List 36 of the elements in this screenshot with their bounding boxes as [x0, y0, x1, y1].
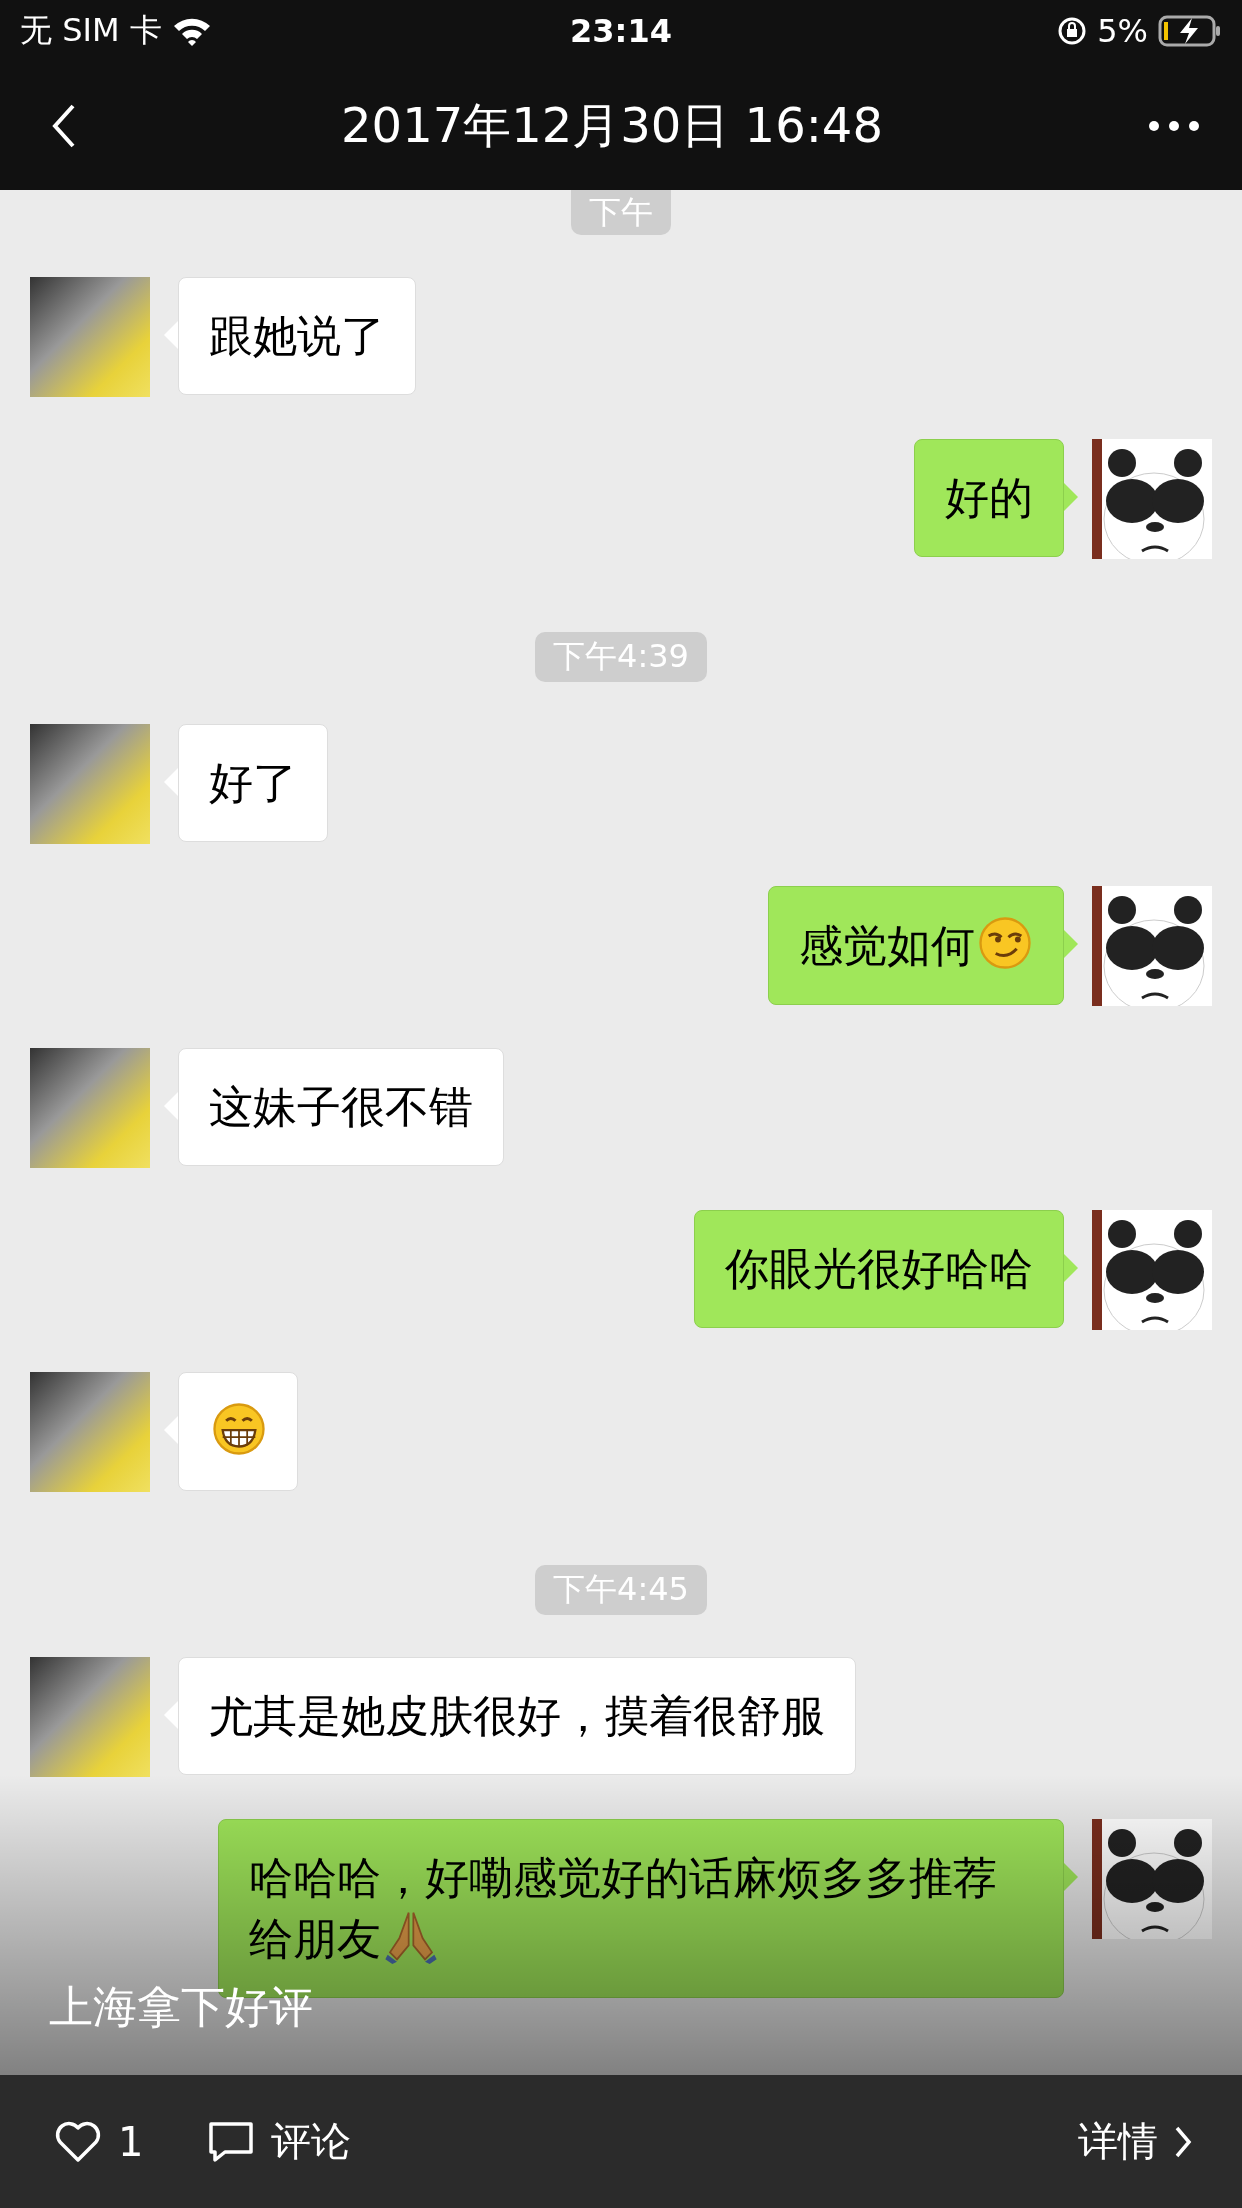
avatar-placeholder[interactable] — [30, 277, 150, 397]
avatar-placeholder[interactable] — [30, 1657, 150, 1777]
like-count: 1 — [118, 2118, 144, 2165]
battery-charging-icon — [1158, 15, 1222, 47]
grinning-face-icon — [211, 1401, 267, 1457]
bubble-tail — [1064, 1254, 1078, 1282]
panda-avatar[interactable] — [1092, 886, 1212, 1006]
bubble-tail — [1064, 1863, 1078, 1891]
carrier-text: 无 SIM 卡 — [20, 10, 162, 51]
back-icon[interactable] — [52, 104, 76, 148]
received-message: 这妹子很不错 — [178, 1048, 504, 1166]
panda-avatar[interactable] — [1092, 1210, 1212, 1330]
battery-percent: 5% — [1097, 12, 1148, 50]
received-message: 尤其是她皮肤很好，摸着很舒服 — [178, 1657, 856, 1775]
details-link[interactable]: 详情 — [1078, 2114, 1158, 2169]
sent-message: 你眼光很好哈哈 — [694, 1210, 1064, 1328]
rotation-lock-icon — [1057, 16, 1088, 46]
comment-icon[interactable] — [207, 2119, 256, 2164]
sent-message: 感觉如何 — [768, 886, 1064, 1005]
nav-title: 2017年12月30日 16:48 — [341, 96, 883, 155]
avatar-placeholder[interactable] — [30, 724, 150, 844]
clock-text: 23:14 — [569, 12, 673, 50]
panda-avatar[interactable] — [1092, 439, 1212, 559]
panda-avatar[interactable] — [1092, 1819, 1212, 1939]
chevron-icon[interactable] — [1174, 2124, 1192, 2159]
sent-message: 好的 — [914, 439, 1064, 557]
received-message: 跟她说了 — [178, 277, 416, 395]
more-icon[interactable] — [1148, 120, 1200, 132]
comment-link[interactable]: 评论 — [271, 2114, 352, 2169]
received-message: 好了 — [178, 724, 328, 842]
bubble-tail — [1064, 930, 1078, 958]
heart-icon[interactable] — [54, 2119, 102, 2164]
avatar-placeholder[interactable] — [30, 1372, 150, 1492]
avatar-placeholder[interactable] — [30, 1048, 150, 1168]
smirking-face-icon — [977, 915, 1033, 971]
bubble-tail — [1064, 483, 1078, 511]
